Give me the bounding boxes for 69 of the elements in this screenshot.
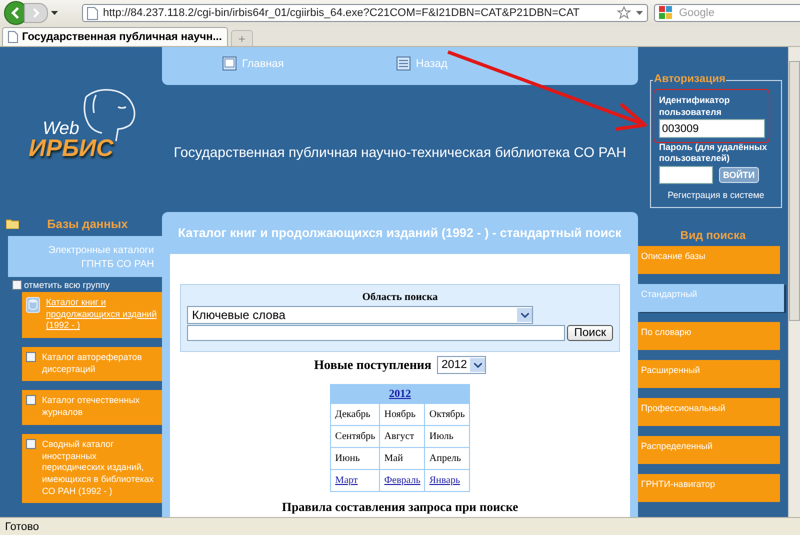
search-type-item[interactable]: Расширенный <box>638 360 780 388</box>
user-id-field[interactable]: 003009 <box>659 119 765 138</box>
caret-icon <box>520 312 528 318</box>
star-icon[interactable] <box>617 6 631 20</box>
month-label: Август <box>384 431 414 442</box>
nav-link[interactable]: Назад <box>396 56 448 71</box>
database-icon <box>26 297 40 313</box>
checkbox[interactable] <box>26 438 36 449</box>
list-icon <box>396 56 411 71</box>
month-label: Май <box>384 453 403 464</box>
caret-icon[interactable] <box>51 11 58 15</box>
search-engine-icon <box>659 6 673 20</box>
checkbox-label: отметить всю группу <box>24 280 110 290</box>
month-label: Ноябрь <box>384 409 416 420</box>
month-label: Сентябрь <box>335 431 376 442</box>
folder-icon <box>6 219 19 229</box>
window-icon <box>222 56 237 71</box>
search-type-item[interactable]: Стандартный <box>638 284 784 312</box>
database-item[interactable]: Каталог книг и продолжающихся изданий (1992 - ) <box>22 292 162 338</box>
month-label: Октябрь <box>429 409 465 420</box>
page-icon <box>87 6 98 20</box>
caret-icon[interactable] <box>636 11 643 15</box>
month-label: Июнь <box>335 453 360 464</box>
field-label: Область поиска <box>361 291 439 305</box>
search-button[interactable]: Поиск <box>567 325 613 341</box>
section-heading: Вид поиска <box>679 230 747 244</box>
status-text: Готово <box>5 520 39 532</box>
search-input[interactable] <box>187 325 566 341</box>
password-field[interactable] <box>659 166 713 184</box>
database-item[interactable]: Сводный каталог иностранных периодических изданий, имеющихся в библиотеках СО РАН (1992 - ) <box>22 434 162 504</box>
section-heading: Правила составления запроса при поиске <box>282 500 518 515</box>
month-label: Декабрь <box>335 409 370 420</box>
field-label: Пароль (для удалённых пользователей) <box>659 142 768 164</box>
search-type-item[interactable]: ГРНТИ-навигатор <box>638 474 780 502</box>
address-bar[interactable]: http://84.237.118.2/cgi-bin/irbis64r_01/cgiirbis_64.exe?C21COM=F&I21DBN=CAT&P21DBN=CAT <box>82 4 648 22</box>
logo-text: Web <box>42 118 80 136</box>
section-heading: Новые поступления <box>314 357 432 373</box>
panel-title: Авторизация <box>653 73 726 85</box>
year-dropdown[interactable]: 2012 <box>437 356 486 374</box>
new-tab-button[interactable]: + <box>230 30 253 46</box>
month-label: Июль <box>429 431 454 442</box>
nav-link[interactable]: Главная <box>222 56 284 71</box>
section-heading: Базы данных <box>46 217 129 231</box>
search-box[interactable]: Google <box>654 4 800 22</box>
register-link[interactable]: Регистрация в системе <box>659 190 773 200</box>
search-type-item[interactable]: Профессиональный <box>638 398 780 426</box>
checkbox[interactable] <box>26 395 36 406</box>
year-link[interactable]: 2012 <box>389 388 411 400</box>
panel-title: Каталог книг и продолжающихся изданий (1992 - ) - стандартный поиск <box>177 225 622 242</box>
month-label: Апрель <box>429 453 461 464</box>
url-text: http://84.237.118.2/cgi-bin/irbis64r_01/cgiirbis_64.exe?C21COM=F&I21DBN=CAT&P21DBN=CAT <box>103 7 581 19</box>
logo-text: ИРБИС <box>28 136 114 160</box>
checkbox[interactable] <box>26 352 36 362</box>
browser-tab[interactable]: Государственная публичная научн... <box>2 27 228 46</box>
site-title: Государственная публичная научно-техническая библиотека СО РАН <box>174 144 626 161</box>
database-item[interactable]: Каталог отечественных журналов <box>22 390 162 425</box>
database-group[interactable]: Электронные каталоги ГПНТБ СО РАН <box>8 236 162 277</box>
login-button[interactable]: ВОЙТИ <box>719 166 759 183</box>
field-label: Идентификатор пользователя <box>659 95 731 118</box>
search-type-item[interactable]: Описание базы <box>638 246 780 274</box>
scrollbar[interactable] <box>788 47 800 517</box>
caret-icon <box>474 362 482 368</box>
search-type-item[interactable]: По словарю <box>638 322 780 350</box>
search-scope-dropdown[interactable]: Ключевые слова <box>187 306 533 324</box>
search-type-item[interactable]: Распределенный <box>638 436 780 464</box>
checkbox[interactable] <box>12 280 22 290</box>
database-item[interactable]: Каталог авторефератов диссертаций <box>22 347 162 382</box>
page-icon <box>8 31 18 43</box>
search-input[interactable]: Google <box>677 6 800 20</box>
